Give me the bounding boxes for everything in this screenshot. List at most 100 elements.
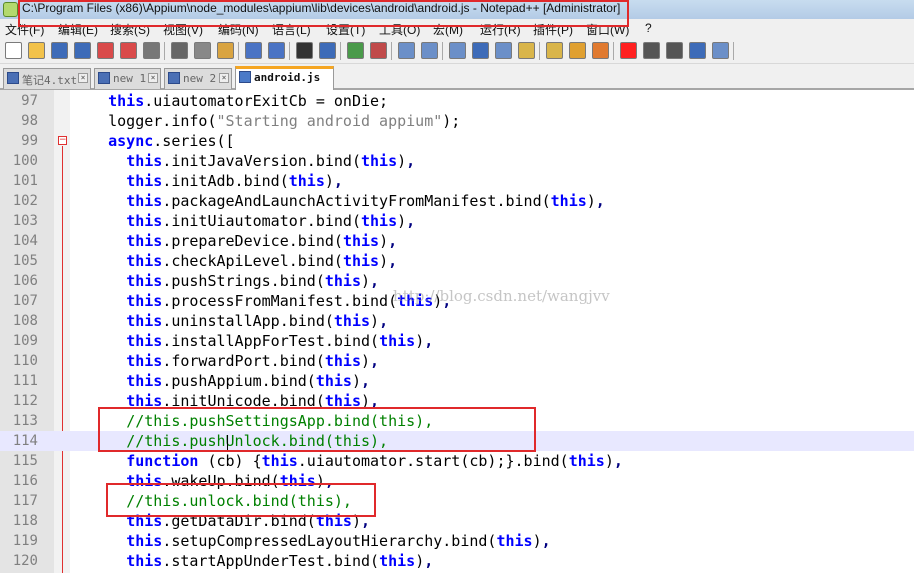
line-number: 110: [12, 353, 38, 369]
play-macro-icon[interactable]: [666, 42, 683, 59]
tab-close-icon[interactable]: ×: [219, 73, 229, 83]
code-text: this.initUnicode.bind(this),: [72, 391, 379, 411]
code-editor[interactable]: − 97 this.uiautomatorExitCb = onDie; 98 l…: [0, 90, 914, 573]
code-token: ): [379, 232, 389, 250]
code-text: this.pushStrings.bind(this),: [72, 271, 379, 291]
copy-icon[interactable]: [194, 42, 211, 59]
find-icon[interactable]: [296, 42, 313, 59]
stop-macro-icon[interactable]: [643, 42, 660, 59]
tab-3[interactable]: android.js: [235, 66, 334, 90]
replace-icon[interactable]: [319, 42, 336, 59]
code-token: this: [550, 192, 587, 210]
menu-item-2[interactable]: 搜索(S): [110, 21, 150, 38]
new-file-icon[interactable]: [5, 42, 22, 59]
code-token: ,: [388, 232, 398, 250]
line-number: 103: [12, 213, 38, 229]
open-file-icon[interactable]: [28, 42, 45, 59]
monitor-icon[interactable]: [592, 42, 609, 59]
menu-item-7[interactable]: 工具(O): [379, 21, 420, 38]
tab-0[interactable]: 笔记4.txt ×: [3, 68, 91, 89]
code-token: this: [126, 312, 163, 330]
tab-close-icon[interactable]: ×: [148, 73, 158, 83]
menu-item-10[interactable]: 插件(P): [533, 21, 573, 38]
menu-item-5[interactable]: 语言(L): [272, 21, 311, 38]
code-token: this: [108, 92, 145, 110]
file-saved-icon: [7, 72, 19, 84]
menu-item-12[interactable]: ?: [645, 21, 652, 35]
record-macro-icon[interactable]: [620, 42, 637, 59]
run-macro-multiple-icon[interactable]: [689, 42, 706, 59]
zoom-out-icon[interactable]: [370, 42, 387, 59]
menu-item-1[interactable]: 编辑(E): [58, 21, 98, 38]
undo-icon[interactable]: [245, 42, 262, 59]
code-token: ,: [613, 452, 623, 470]
save-icon[interactable]: [51, 42, 68, 59]
code-token: .processFromManifest.bind(: [162, 292, 398, 310]
code-token: .initUiautomator.bind(: [162, 212, 361, 230]
code-token: ,: [406, 152, 416, 170]
menu-item-6[interactable]: 设置(T): [326, 21, 365, 38]
code-token: this: [568, 452, 605, 470]
save-macro-icon[interactable]: [712, 42, 729, 59]
code-token: function: [126, 452, 199, 470]
code-token: this: [342, 232, 380, 250]
code-token: .uiautomatorExitCb = onDie;: [144, 92, 389, 110]
code-token: this: [379, 552, 416, 570]
code-token: ): [361, 392, 371, 410]
redo-icon[interactable]: [268, 42, 285, 59]
code-token: async: [108, 132, 154, 150]
menu-item-11[interactable]: 窗口(W): [586, 21, 629, 38]
menu-item-9[interactable]: 运行(R): [480, 21, 521, 38]
menu-item-0[interactable]: 文件(F): [5, 21, 44, 38]
close-all-icon[interactable]: [120, 42, 137, 59]
close-icon[interactable]: [97, 42, 114, 59]
code-token: ): [397, 152, 407, 170]
menu-item-4[interactable]: 编码(N): [218, 21, 259, 38]
code-token: this: [126, 472, 163, 490]
function-list-icon[interactable]: [518, 42, 535, 59]
tab-1[interactable]: new 1 ×: [94, 68, 161, 89]
code-token: .series([: [153, 132, 235, 150]
code-token: ,: [424, 552, 434, 570]
code-text: function (cb) {this.uiautomator.start(cb…: [72, 451, 623, 471]
folder-as-workspace-icon[interactable]: [569, 42, 586, 59]
sync-horizontal-icon[interactable]: [421, 42, 438, 59]
code-text: this.initJavaVersion.bind(this),: [72, 151, 415, 171]
menu-item-3[interactable]: 视图(V): [163, 21, 203, 38]
code-line: 108 this.uninstallApp.bind(this),: [0, 311, 914, 331]
document-map-icon[interactable]: [546, 42, 563, 59]
code-text: this.wakeUp.bind(this),: [72, 471, 334, 491]
paste-icon[interactable]: [217, 42, 234, 59]
code-token: ,: [370, 392, 380, 410]
code-token: .installAppForTest.bind(: [162, 332, 380, 350]
code-token: ): [361, 352, 371, 370]
print-icon[interactable]: [143, 42, 160, 59]
word-wrap-icon[interactable]: [449, 42, 466, 59]
code-line: 111 this.pushAppium.bind(this),: [0, 371, 914, 391]
line-number: 120: [12, 553, 38, 569]
code-token: .checkApiLevel.bind(: [162, 252, 343, 270]
zoom-in-icon[interactable]: [347, 42, 364, 59]
tab-2[interactable]: new 2 ×: [164, 68, 232, 89]
code-token: this: [126, 532, 163, 550]
indent-guide-icon[interactable]: [495, 42, 512, 59]
show-all-chars-icon[interactable]: [472, 42, 489, 59]
save-all-icon[interactable]: [74, 42, 91, 59]
menu-item-8[interactable]: 宏(M): [433, 21, 463, 38]
tab-close-icon[interactable]: ×: [78, 73, 88, 83]
code-token: .prepareDevice.bind(: [162, 232, 343, 250]
line-number: 111: [12, 373, 38, 389]
line-number: 116: [12, 473, 38, 489]
code-line: 100 this.initJavaVersion.bind(this),: [0, 151, 914, 171]
code-token: .pushAppium.bind(: [162, 372, 316, 390]
sync-vertical-icon[interactable]: [398, 42, 415, 59]
code-token: this: [126, 192, 163, 210]
cut-icon[interactable]: [171, 42, 188, 59]
code-token: this: [126, 372, 163, 390]
code-token: //this.unlock.bind(this),: [126, 492, 352, 510]
